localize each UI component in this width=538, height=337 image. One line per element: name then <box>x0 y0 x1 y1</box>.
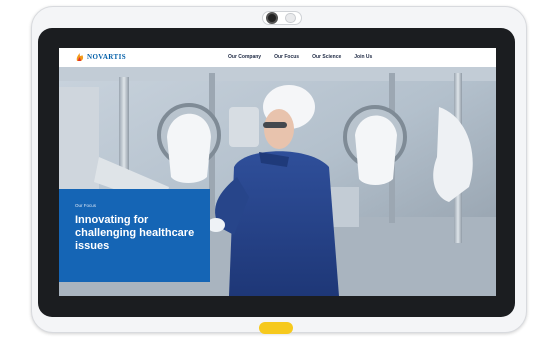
device-screen: NOVARTIS Our Company Our Focus Our Scien… <box>59 48 496 296</box>
home-button[interactable] <box>259 322 293 334</box>
novartis-logo[interactable]: NOVARTIS <box>75 52 126 62</box>
hero-eyebrow: Our Focus <box>75 203 97 208</box>
hero-card[interactable]: Our Focus Innovating for challenging hea… <box>59 189 210 282</box>
logo-text: NOVARTIS <box>87 53 127 61</box>
nav-our-company[interactable]: Our Company <box>228 54 261 60</box>
privacy-shutter[interactable] <box>285 13 296 23</box>
hero-title: Innovating for challenging healthcare is… <box>75 214 195 252</box>
nav-join-us[interactable]: Join Us <box>354 54 372 60</box>
nav-our-science[interactable]: Our Science <box>312 54 341 60</box>
camera-icon <box>266 12 278 24</box>
site-header: NOVARTIS Our Company Our Focus Our Scien… <box>59 48 496 67</box>
novartis-flame-icon <box>76 53 84 61</box>
nav-our-focus[interactable]: Our Focus <box>274 54 299 60</box>
main-nav: Our Company Our Focus Our Science Join U… <box>228 54 385 60</box>
hero-section: Our Focus Innovating for challenging hea… <box>59 67 496 296</box>
